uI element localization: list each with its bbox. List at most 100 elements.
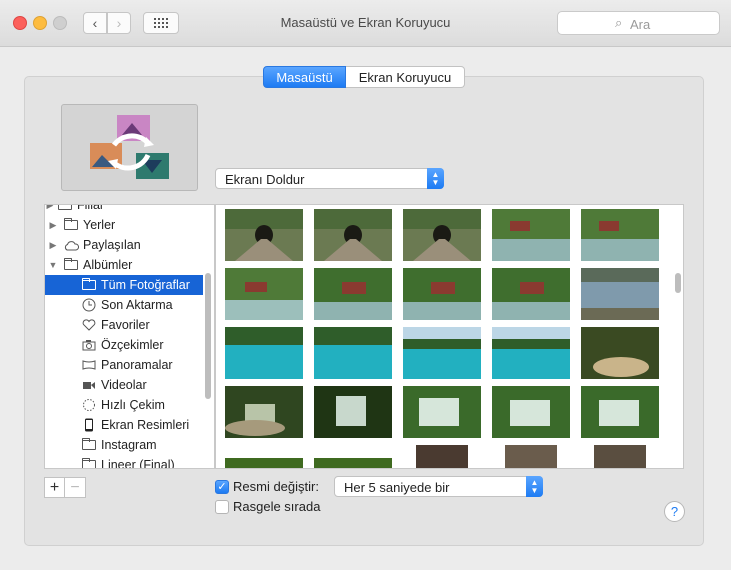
photo-thumbnail[interactable]	[225, 268, 303, 320]
photo-thumbnail[interactable]	[594, 445, 646, 469]
sidebar-item-selfies[interactable]: Özçekimler	[79, 335, 214, 355]
sidebar-item-favorites[interactable]: Favoriler	[79, 315, 214, 335]
disclosure-icon: ▶	[49, 219, 57, 230]
photo-thumbnail[interactable]	[403, 268, 481, 320]
sidebar-item-label: Albümler	[83, 258, 133, 272]
sidebar-item-label: Instagram	[101, 438, 157, 452]
photo-thumbnail[interactable]	[403, 209, 481, 261]
photo-thumbnail[interactable]	[225, 458, 303, 469]
updown-arrows-icon: ▲ ▼	[526, 476, 543, 497]
photo-thumbnail[interactable]	[314, 268, 392, 320]
updown-arrows-icon: ▲ ▼	[427, 168, 444, 189]
photo-thumbnail[interactable]	[581, 327, 659, 379]
sidebar-item-videos[interactable]: Videolar	[79, 375, 214, 395]
photo-thumbnail[interactable]	[492, 327, 570, 379]
sidebar-scrollbar[interactable]	[205, 273, 211, 399]
sidebar-item-label: Ekran Resimleri	[101, 418, 190, 432]
sidebar-item-lineer[interactable]: Lineer (Final)	[79, 455, 214, 469]
folder-icon	[57, 205, 73, 212]
album-icon	[81, 278, 97, 292]
sidebar-item-label: Özçekimler	[101, 338, 164, 352]
sidebar-item-shared[interactable]: ▶ Paylaşılan	[50, 235, 214, 255]
sidebar-item-label: Favoriler	[101, 318, 150, 332]
sidebar-item-last-import[interactable]: Son Aktarma	[79, 295, 214, 315]
album-icon	[81, 458, 97, 468]
folder-icon	[63, 258, 79, 272]
panorama-icon	[81, 359, 97, 372]
search-field[interactable]: ⌕	[557, 11, 720, 35]
sidebar-item-all-photos[interactable]: Tüm Fotoğraflar	[45, 275, 203, 295]
search-icon: ⌕	[615, 15, 623, 30]
disclosure-icon: ▶	[49, 239, 57, 250]
sidebar-item-label: Lineer (Final)	[101, 458, 175, 469]
photo-thumbnail[interactable]	[492, 268, 570, 320]
video-icon	[81, 379, 97, 392]
checkmark-icon: ✓	[217, 481, 227, 493]
photo-thumbnail[interactable]	[492, 209, 570, 261]
sidebar-item-yerler[interactable]: ▶ Yerler	[50, 215, 214, 235]
sidebar-item-screenshots[interactable]: Ekran Resimleri	[79, 415, 214, 435]
random-order-label: Rasgele sırada	[233, 499, 321, 514]
sidebar-item-label: Hızlı Çekim	[101, 398, 165, 412]
burst-icon	[81, 399, 97, 412]
search-input[interactable]	[628, 14, 717, 34]
desktop-preview	[61, 104, 198, 191]
sidebar-item-albums[interactable]: ▼ Albümler	[49, 255, 214, 275]
disclosure-icon: ▶	[46, 204, 54, 210]
random-order-checkbox[interactable]	[215, 500, 229, 514]
rotating-photos-icon	[90, 115, 169, 179]
photo-thumbnail[interactable]	[225, 209, 303, 261]
tab-screensaver[interactable]: Ekran Koruyucu	[346, 66, 465, 88]
cloud-icon	[63, 239, 79, 252]
photo-grid-scrollbar[interactable]	[675, 273, 681, 293]
clock-icon	[81, 298, 97, 312]
interval-popup[interactable]: Her 5 saniyede bir ▲ ▼	[334, 476, 543, 497]
heart-icon	[81, 319, 97, 332]
add-remove-control: + −	[44, 477, 86, 498]
album-icon	[81, 438, 97, 452]
photo-thumbnail[interactable]	[314, 327, 392, 379]
title-bar: ‹ › Masaüstü ve Ekran Koruyucu ⌕	[0, 0, 731, 47]
photo-thumbnail[interactable]	[581, 209, 659, 261]
sidebar-item-partial[interactable]: ▶ Fillar	[45, 204, 203, 215]
tab-desktop[interactable]: Masaüstü	[263, 66, 346, 88]
photo-thumbnail[interactable]	[403, 327, 481, 379]
camera-icon	[81, 339, 97, 352]
photo-thumbnail[interactable]	[314, 209, 392, 261]
folder-icon	[63, 218, 79, 232]
add-folder-button[interactable]: +	[44, 477, 65, 498]
tab-control: Masaüstü Ekran Koruyucu	[263, 66, 465, 88]
disclosure-icon: ▼	[48, 260, 58, 270]
interval-value: Her 5 saniyede bir	[344, 480, 450, 495]
sidebar-item-label: Videolar	[101, 378, 147, 392]
sidebar-item-label: Fillar	[77, 204, 105, 212]
remove-folder-button[interactable]: −	[65, 477, 86, 498]
help-button[interactable]: ?	[664, 501, 685, 522]
sidebar-item-panoramas[interactable]: Panoramalar	[79, 355, 214, 375]
photo-thumbnail[interactable]	[581, 268, 659, 320]
preferences-window: ‹ › Masaüstü ve Ekran Koruyucu ⌕ Masaüst…	[0, 0, 731, 570]
album-sidebar[interactable]: ▶ Fillar ▶ Yerler ▶ Paylaşılan ▼ Albümle…	[44, 204, 215, 469]
phone-icon	[81, 418, 97, 432]
change-picture-checkbox[interactable]: ✓	[215, 480, 229, 494]
photo-thumbnail[interactable]	[416, 445, 468, 469]
fill-mode-value: Ekranı Doldur	[225, 172, 305, 187]
sidebar-item-label: Yerler	[83, 218, 116, 232]
photo-thumbnail[interactable]	[225, 386, 303, 438]
photo-grid[interactable]	[215, 204, 684, 469]
sidebar-item-bursts[interactable]: Hızlı Çekim	[79, 395, 214, 415]
sidebar-item-instagram[interactable]: Instagram	[79, 435, 214, 455]
sidebar-item-label: Paylaşılan	[83, 238, 141, 252]
photo-thumbnail[interactable]	[581, 386, 659, 438]
sidebar-item-label: Panoramalar	[101, 358, 173, 372]
photo-thumbnail[interactable]	[314, 458, 392, 469]
fill-mode-popup[interactable]: Ekranı Doldur ▲ ▼	[215, 168, 444, 189]
photo-thumbnail[interactable]	[505, 445, 557, 469]
photo-thumbnail[interactable]	[403, 386, 481, 438]
photo-thumbnail[interactable]	[314, 386, 392, 438]
photo-thumbnail[interactable]	[492, 386, 570, 438]
photo-thumbnail[interactable]	[225, 327, 303, 379]
help-icon: ?	[670, 504, 679, 519]
sidebar-item-label: Tüm Fotoğraflar	[101, 278, 190, 292]
sidebar-item-label: Son Aktarma	[101, 298, 173, 312]
